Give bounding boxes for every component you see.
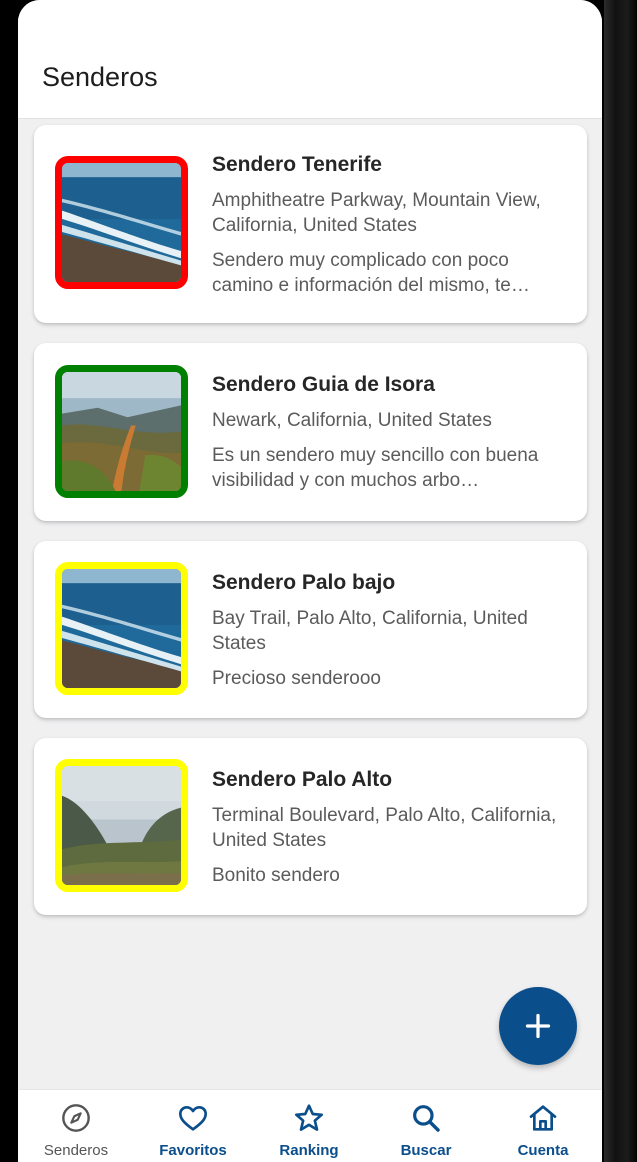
trail-description: Precioso senderooo	[212, 668, 381, 689]
nav-item-cuenta[interactable]: Cuenta	[485, 1090, 601, 1162]
ocean-coast-image	[62, 163, 181, 282]
top-app-bar: Senderos	[18, 0, 602, 119]
nav-item-buscar[interactable]: Buscar	[368, 1090, 484, 1162]
page-title: Senderos	[42, 62, 158, 92]
trail-title: Sendero Guia de Isora	[212, 373, 435, 396]
trail-image	[55, 156, 188, 289]
home-icon	[529, 1105, 557, 1131]
trail-image	[55, 562, 188, 695]
trail-card[interactable]: Sendero Tenerife Amphitheatre Parkway, M…	[34, 125, 587, 323]
trail-address: Amphitheatre Parkway, Mountain View, Cal…	[212, 190, 541, 236]
star-icon	[295, 1104, 323, 1131]
nav-label: Cuenta	[517, 1142, 569, 1159]
nav-label: Ranking	[279, 1142, 339, 1159]
trail-title: Sendero Palo bajo	[212, 571, 396, 594]
nav-item-senderos[interactable]: Senderos	[18, 1090, 134, 1162]
trail-card[interactable]: Sendero Palo bajo Bay Trail, Palo Alto, …	[34, 541, 587, 718]
device-bezel	[604, 0, 637, 1162]
trail-description: Sendero muy complicado con poco camino e…	[212, 250, 530, 296]
nav-label: Senderos	[43, 1142, 109, 1159]
trail-address: Terminal Boulevard, Palo Alto, Californi…	[212, 805, 557, 851]
trail-card[interactable]: Sendero Palo Alto Terminal Boulevard, Pa…	[34, 738, 587, 915]
valley-view-image	[62, 766, 181, 885]
nav-item-ranking[interactable]: Ranking	[251, 1090, 367, 1162]
trail-address: Bay Trail, Palo Alto, California, United…	[212, 608, 528, 654]
heart-icon	[179, 1106, 207, 1131]
trail-description: Bonito sendero	[212, 865, 340, 886]
ocean-coast-image	[62, 569, 181, 688]
compass-icon	[62, 1104, 90, 1132]
trail-title: Sendero Tenerife	[212, 153, 382, 176]
nav-item-favoritos[interactable]: Favoritos	[135, 1090, 251, 1162]
trail-description: Es un sendero muy sencillo con buena vis…	[212, 445, 539, 491]
app-screen: Senderos Sendero Tenerife Amphitheatre P…	[18, 0, 602, 1162]
plus-icon	[525, 1013, 551, 1039]
trail-title: Sendero Palo Alto	[212, 768, 393, 791]
trail-address: Newark, California, United States	[212, 410, 492, 431]
trail-image	[55, 365, 188, 498]
trail-card[interactable]: Sendero Guia de Isora Newark, California…	[34, 343, 587, 521]
add-trail-button[interactable]	[499, 987, 577, 1065]
bottom-navigation: Senderos Favoritos Ranking Buscar Cuenta	[18, 1089, 602, 1162]
nav-label: Favoritos	[159, 1142, 227, 1159]
nav-label: Buscar	[400, 1142, 452, 1159]
trail-image	[55, 759, 188, 892]
mountain-path-image	[62, 372, 181, 491]
search-icon	[413, 1105, 440, 1132]
